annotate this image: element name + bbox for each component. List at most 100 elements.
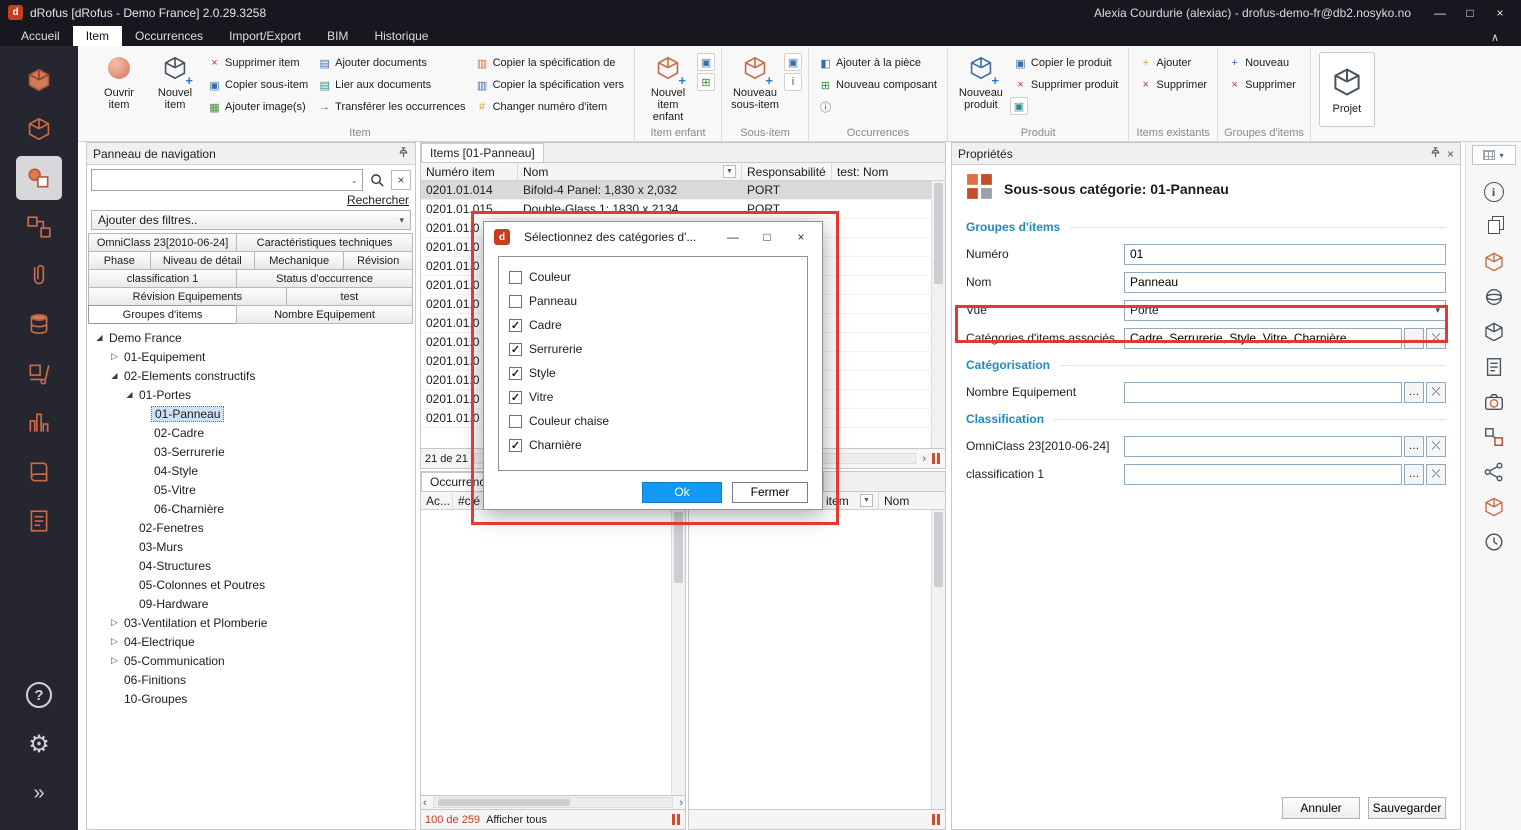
column-chooser-icon[interactable] bbox=[672, 814, 675, 825]
tree-item-portes[interactable]: 01-Portes bbox=[87, 385, 415, 404]
rotate-3d-tool-icon[interactable] bbox=[1479, 282, 1509, 312]
column-detail-nom[interactable]: Nom bbox=[879, 492, 945, 509]
numero-input[interactable] bbox=[1124, 244, 1446, 265]
checkbox[interactable] bbox=[509, 415, 522, 428]
collapse-sidebar-icon[interactable]: » bbox=[16, 771, 62, 815]
occurrences-horizontal-scrollbar[interactable] bbox=[433, 797, 674, 808]
filter-funnel-icon[interactable]: ▼ bbox=[860, 494, 873, 507]
browse-nombre-button[interactable]: … bbox=[1404, 382, 1424, 403]
collapse-ribbon-icon[interactable]: ∧ bbox=[1477, 29, 1513, 46]
supprimer-produit-button[interactable]: ×Supprimer produit bbox=[1010, 75, 1122, 95]
column-test-nom[interactable]: test: Nom bbox=[832, 163, 945, 180]
changer-numero-item-button[interactable]: #Changer numéro d'item bbox=[472, 97, 628, 117]
ajouter-item-existant-button[interactable]: +Ajouter bbox=[1135, 53, 1211, 73]
checkbox[interactable] bbox=[509, 391, 522, 404]
navigation-search-input[interactable] bbox=[92, 171, 346, 189]
copy-child-icon-button[interactable]: ▣ bbox=[697, 53, 715, 71]
tree-item-groupes[interactable]: 10-Groupes bbox=[87, 689, 415, 708]
category-option-panneau[interactable]: Panneau bbox=[509, 289, 797, 313]
items-stack-tool-icon[interactable] bbox=[1479, 247, 1509, 277]
column-nom[interactable]: Nom▼ bbox=[518, 163, 742, 180]
layout-grid-button[interactable]: ▾ bbox=[1472, 145, 1516, 165]
column-responsabilite[interactable]: Responsabilité bbox=[742, 163, 832, 180]
clear-search-icon[interactable]: × bbox=[391, 170, 411, 190]
nouveau-composant-button[interactable]: ⊞Nouveau composant bbox=[815, 75, 941, 95]
categories-associees-input[interactable] bbox=[1124, 328, 1402, 349]
category-option-serrurerie[interactable]: Serrurerie bbox=[509, 337, 797, 361]
category-option-vitre[interactable]: Vitre bbox=[509, 385, 797, 409]
filter-phase[interactable]: Phase bbox=[88, 251, 151, 270]
lier-aux-documents-button[interactable]: ▤Lier aux documents bbox=[314, 75, 469, 95]
items-tab[interactable]: Items [01-Panneau] bbox=[421, 143, 544, 162]
tree-item-finitions[interactable]: 06-Finitions bbox=[87, 670, 415, 689]
filter-groupes-items[interactable]: Groupes d'items bbox=[88, 305, 237, 324]
copier-le-produit-button[interactable]: ▣Copier le produit bbox=[1010, 53, 1122, 73]
specification-document-tool-icon[interactable] bbox=[1479, 352, 1509, 382]
scroll-right-icon[interactable]: › bbox=[922, 453, 926, 465]
linked-nodes-tool-icon[interactable] bbox=[1479, 457, 1509, 487]
tree-item-equipement[interactable]: 01-Equipement bbox=[87, 347, 415, 366]
copier-sous-item-button[interactable]: ▣Copier sous-item bbox=[204, 75, 312, 95]
filter-niveau-detail[interactable]: Niveau de détail bbox=[150, 251, 255, 270]
numbered-items-tool-icon[interactable] bbox=[1479, 422, 1509, 452]
category-option-cadre[interactable]: Cadre bbox=[509, 313, 797, 337]
sidebar-attachments-icon[interactable] bbox=[16, 254, 62, 298]
tree-item-cadre[interactable]: 02-Cadre bbox=[87, 423, 415, 442]
items-vertical-scrollbar[interactable] bbox=[931, 181, 945, 448]
sidebar-documents-icon[interactable] bbox=[16, 499, 62, 543]
tree-expander-icon[interactable] bbox=[108, 617, 121, 628]
dialog-maximize-button[interactable]: □ bbox=[750, 224, 784, 250]
sidebar-wireframe-cube-icon[interactable] bbox=[16, 107, 62, 151]
filter-nombre-equipement[interactable]: Nombre Equipement bbox=[236, 305, 413, 324]
produit-extra-icon-button[interactable]: ▣ bbox=[1010, 97, 1028, 115]
filter-test[interactable]: test bbox=[286, 287, 413, 306]
fermer-button[interactable]: Fermer bbox=[732, 482, 808, 503]
tab-bim[interactable]: BIM bbox=[314, 26, 361, 46]
copier-specification-de-button[interactable]: ▥Copier la spécification de bbox=[472, 53, 628, 73]
tree-item-demo-france[interactable]: Demo France bbox=[87, 328, 415, 347]
clear-classification-button[interactable]: ⤬ bbox=[1426, 464, 1446, 485]
pin-icon[interactable] bbox=[1430, 147, 1441, 161]
column-numero-item[interactable]: Numéro item bbox=[421, 163, 518, 180]
filter-classification-1[interactable]: classification 1 bbox=[88, 269, 237, 288]
ok-button[interactable]: Ok bbox=[642, 482, 722, 503]
close-button[interactable]: × bbox=[1485, 1, 1515, 24]
close-panel-icon[interactable]: × bbox=[1447, 147, 1454, 161]
clear-categories-button[interactable]: ⤬ bbox=[1426, 328, 1446, 349]
detail-vertical-scrollbar[interactable] bbox=[931, 510, 945, 809]
tree-item-ventilation-plomberie[interactable]: 03-Ventilation et Plomberie bbox=[87, 613, 415, 632]
supprimer-item-existant-button[interactable]: ×Supprimer bbox=[1135, 75, 1211, 95]
tree-item-communication[interactable]: 05-Communication bbox=[87, 651, 415, 670]
filter-mechanique[interactable]: Mechanique bbox=[254, 251, 344, 270]
search-history-caret-icon[interactable]: ⌄ bbox=[346, 175, 362, 186]
tab-accueil[interactable]: Accueil bbox=[8, 26, 73, 46]
cube-tool-icon[interactable] bbox=[1479, 317, 1509, 347]
nouveau-sous-item-button[interactable]: + Nouveau sous-item bbox=[728, 50, 782, 120]
add-filters-dropdown[interactable]: Ajouter des filtres.. ▾ bbox=[91, 210, 411, 230]
nouvel-item-enfant-button[interactable]: + Nouvel item enfant bbox=[641, 50, 695, 126]
rechercher-link[interactable]: Rechercher bbox=[347, 193, 409, 207]
tree-expander-icon[interactable] bbox=[123, 390, 136, 399]
browse-omniclass-button[interactable]: … bbox=[1404, 436, 1424, 457]
item-row[interactable]: 0201.01.014Bifold-4 Panel: 1,830 x 2,032… bbox=[421, 181, 945, 200]
pin-icon[interactable] bbox=[398, 147, 409, 161]
nouveau-produit-button[interactable]: + Nouveau produit bbox=[954, 50, 1008, 120]
item-row[interactable]: 0201.01.015Double-Glass 1: 1830 x 2134PO… bbox=[421, 200, 945, 219]
tree-item-style[interactable]: 04-Style bbox=[87, 461, 415, 480]
classification-1-input[interactable] bbox=[1124, 464, 1402, 485]
show-all-link[interactable]: Afficher tous bbox=[486, 814, 547, 826]
settings-gear-icon[interactable]: ⚙ bbox=[16, 722, 62, 766]
tab-item[interactable]: Item bbox=[73, 26, 122, 46]
category-option-charniere[interactable]: Charnière bbox=[509, 433, 797, 457]
ouvrir-item-button[interactable]: Ouvrir item bbox=[92, 50, 146, 120]
tree-item-serrurerie[interactable]: 03-Serrurerie bbox=[87, 442, 415, 461]
tree-expander-icon[interactable] bbox=[108, 351, 121, 362]
copier-specification-vers-button[interactable]: ▥Copier la spécification vers bbox=[472, 75, 628, 95]
copy-sub-icon-button[interactable]: ▣ bbox=[784, 53, 802, 71]
column-actions[interactable]: Ac... bbox=[421, 492, 453, 509]
tree-item-charniere[interactable]: 06-Charnière bbox=[87, 499, 415, 518]
column-chooser-icon[interactable] bbox=[932, 814, 935, 825]
info-tool-icon[interactable]: i bbox=[1479, 177, 1509, 207]
checkbox[interactable] bbox=[509, 439, 522, 452]
minimize-button[interactable]: — bbox=[1425, 1, 1455, 24]
